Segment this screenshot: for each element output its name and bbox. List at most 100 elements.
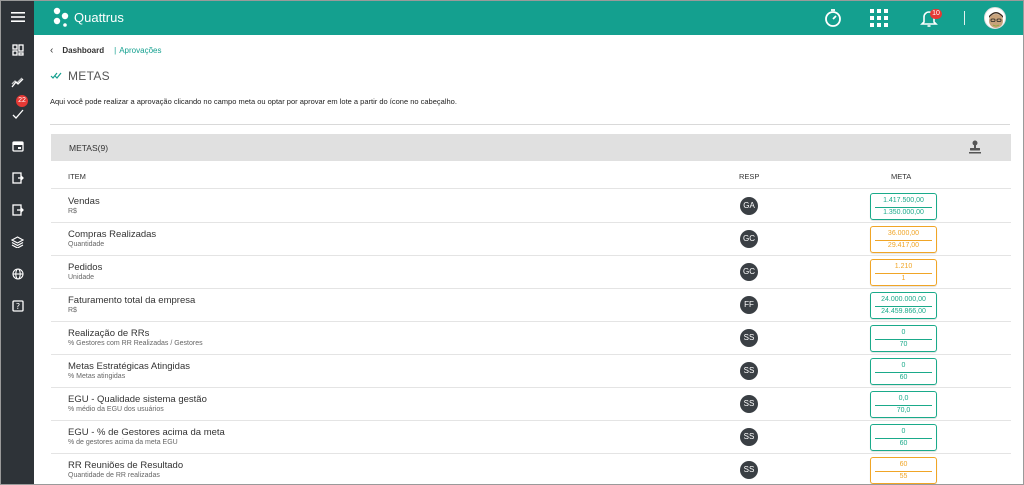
breadcrumb: ‹ Dashboard | Aprovações — [50, 45, 161, 56]
meta-divider — [875, 240, 932, 241]
row-item-unit: Quantidade de RR realizadas — [68, 472, 160, 479]
meta-approval-field[interactable]: 24.000.000,00 24.459.866,00 — [870, 292, 937, 319]
apps-grid-icon[interactable] — [868, 7, 890, 29]
row-item-name: EGU - Qualidade sistema gestão — [68, 394, 207, 405]
globe-icon[interactable] — [1, 261, 34, 287]
responsible-avatar[interactable]: GA — [740, 197, 758, 215]
meta-actual-value: 60 — [899, 440, 908, 447]
table-row: EGU - Qualidade sistema gestão% médio da… — [51, 388, 1011, 421]
user-avatar[interactable] — [984, 7, 1006, 29]
meta-target-value: 0 — [901, 329, 906, 336]
dashboard-icon[interactable] — [1, 37, 34, 63]
double-check-icon — [50, 72, 62, 79]
page-title: METAS — [68, 69, 110, 83]
row-item-unit: % Gestores com RR Realizadas / Gestores — [68, 340, 203, 347]
approvals-icon[interactable]: 22 — [1, 95, 34, 127]
meta-approval-field[interactable]: 60 55 — [870, 457, 937, 484]
table-row: Faturamento total da empresa R$ FF 24.000.0… — [51, 289, 1011, 322]
row-item-unit: % de gestores acima da meta EGU — [68, 439, 178, 446]
breadcrumb-separator: | — [114, 46, 117, 55]
meta-divider — [875, 438, 932, 439]
logout-icon[interactable] — [1, 197, 34, 223]
svg-text:?: ? — [15, 302, 19, 311]
notifications-bell-icon[interactable]: 10 — [918, 7, 942, 29]
responsible-avatar[interactable]: SS — [740, 395, 758, 413]
meta-target-value: 24.000.000,00 — [881, 296, 926, 303]
menu-icon[interactable] — [1, 4, 34, 30]
table-row: Pedidos Unidade GC 1.210 1 — [51, 256, 1011, 289]
row-item-name: Realização de RRs — [68, 328, 150, 339]
row-item-name: EGU - % de Gestores acima da meta — [68, 427, 225, 438]
meta-approval-field[interactable]: 1.210 1 — [870, 259, 937, 286]
responsible-avatar[interactable]: SS — [740, 362, 758, 380]
meta-approval-field[interactable]: 1.417.500,00 1.350.000,00 — [870, 193, 937, 220]
row-item-name: Compras Realizadas — [68, 229, 157, 240]
row-item-name: Pedidos — [68, 262, 103, 273]
meta-divider — [875, 306, 932, 307]
meta-actual-value: 60 — [899, 374, 908, 381]
layers-icon[interactable] — [1, 229, 34, 255]
meta-target-value: 0,0 — [898, 395, 909, 402]
responsible-avatar[interactable]: SS — [740, 428, 758, 446]
responsible-avatar[interactable]: SS — [740, 461, 758, 479]
responsible-avatar[interactable]: FF — [740, 296, 758, 314]
row-item-name: Vendas — [68, 196, 100, 207]
row-item-unit: % Metas atingidas — [68, 373, 126, 380]
metas-table-header: METAS(9) — [51, 134, 1011, 161]
responsible-avatar[interactable]: GC — [740, 263, 758, 281]
breadcrumb-current[interactable]: Aprovações — [119, 46, 161, 55]
row-item-unit: Unidade — [68, 274, 95, 281]
batch-approve-stamp-icon[interactable] — [969, 140, 981, 159]
table-row: RR Reuniões de Resultado Quantidade de RR… — [51, 454, 1011, 484]
approvals-badge: 22 — [16, 95, 28, 107]
row-item-unit: R$ — [68, 307, 77, 314]
meta-actual-value: 70 — [899, 341, 908, 348]
trend-icon[interactable] — [1, 69, 34, 95]
meta-actual-value: 70,0 — [896, 407, 911, 414]
table-row: Realização de RRs% Gestores com RR Reali… — [51, 322, 1011, 355]
export-icon[interactable] — [1, 165, 34, 191]
table-row: Metas Estratégicas Atingidas% Metas atin… — [51, 355, 1011, 388]
meta-approval-field[interactable]: 36.000,00 29.417,00 — [870, 226, 937, 253]
row-item-unit: Quantidade — [68, 241, 105, 248]
sidebar: 22 ? — [1, 1, 34, 484]
top-bar: Quattrus 10 — [34, 1, 1023, 35]
metas-table-title: METAS(9) — [69, 143, 109, 153]
meta-actual-value: 55 — [899, 473, 908, 480]
meta-divider — [875, 207, 932, 208]
responsible-avatar[interactable]: GC — [740, 230, 758, 248]
row-item-unit: R$ — [68, 208, 77, 215]
meta-target-value: 36.000,00 — [887, 230, 920, 237]
back-chevron-icon[interactable]: ‹ — [50, 45, 53, 56]
meta-actual-value: 24.459.866,00 — [881, 308, 926, 315]
divider — [50, 124, 1010, 125]
help-icon[interactable]: ? — [1, 293, 34, 319]
meta-target-value: 0 — [901, 362, 906, 369]
page-intro-text: Aqui você pode realizar a aprovação clic… — [50, 97, 457, 106]
meta-approval-field[interactable]: 0 60 — [870, 424, 937, 451]
meta-divider — [875, 405, 932, 406]
meta-actual-value: 29.417,00 — [887, 242, 920, 249]
timer-icon[interactable] — [822, 7, 844, 29]
table-column-headers: ITEM RESP META — [51, 163, 1011, 189]
app-logo[interactable]: Quattrus — [53, 7, 124, 27]
column-header-item: ITEM — [68, 172, 86, 181]
meta-divider — [875, 372, 932, 373]
app-frame: 22 ? Quattrus 10 ‹ Dashboard | Aprovaçõe… — [0, 0, 1024, 485]
meta-divider — [875, 273, 932, 274]
app-name: Quattrus — [74, 9, 124, 25]
table-row: Compras Realizadas Quantidade GC 36.000,00 2… — [51, 223, 1011, 256]
meta-approval-field[interactable]: 0,0 70,0 — [870, 391, 937, 418]
responsible-avatar[interactable]: SS — [740, 329, 758, 347]
quattrus-logo-icon — [53, 7, 69, 27]
meta-actual-value: 1.350.000,00 — [883, 209, 924, 216]
meta-approval-field[interactable]: 0 60 — [870, 358, 937, 385]
meta-divider — [875, 339, 932, 340]
calendar-icon[interactable] — [1, 133, 34, 159]
row-item-unit: % médio da EGU dos usuários — [68, 406, 164, 413]
breadcrumb-dashboard[interactable]: Dashboard — [62, 46, 104, 55]
table-row: Vendas R$ GA 1.417.500,00 1.350.000,00 — [51, 190, 1011, 223]
meta-approval-field[interactable]: 0 70 — [870, 325, 937, 352]
row-item-name: Metas Estratégicas Atingidas — [68, 361, 190, 372]
meta-target-value: 1.417.500,00 — [883, 197, 924, 204]
